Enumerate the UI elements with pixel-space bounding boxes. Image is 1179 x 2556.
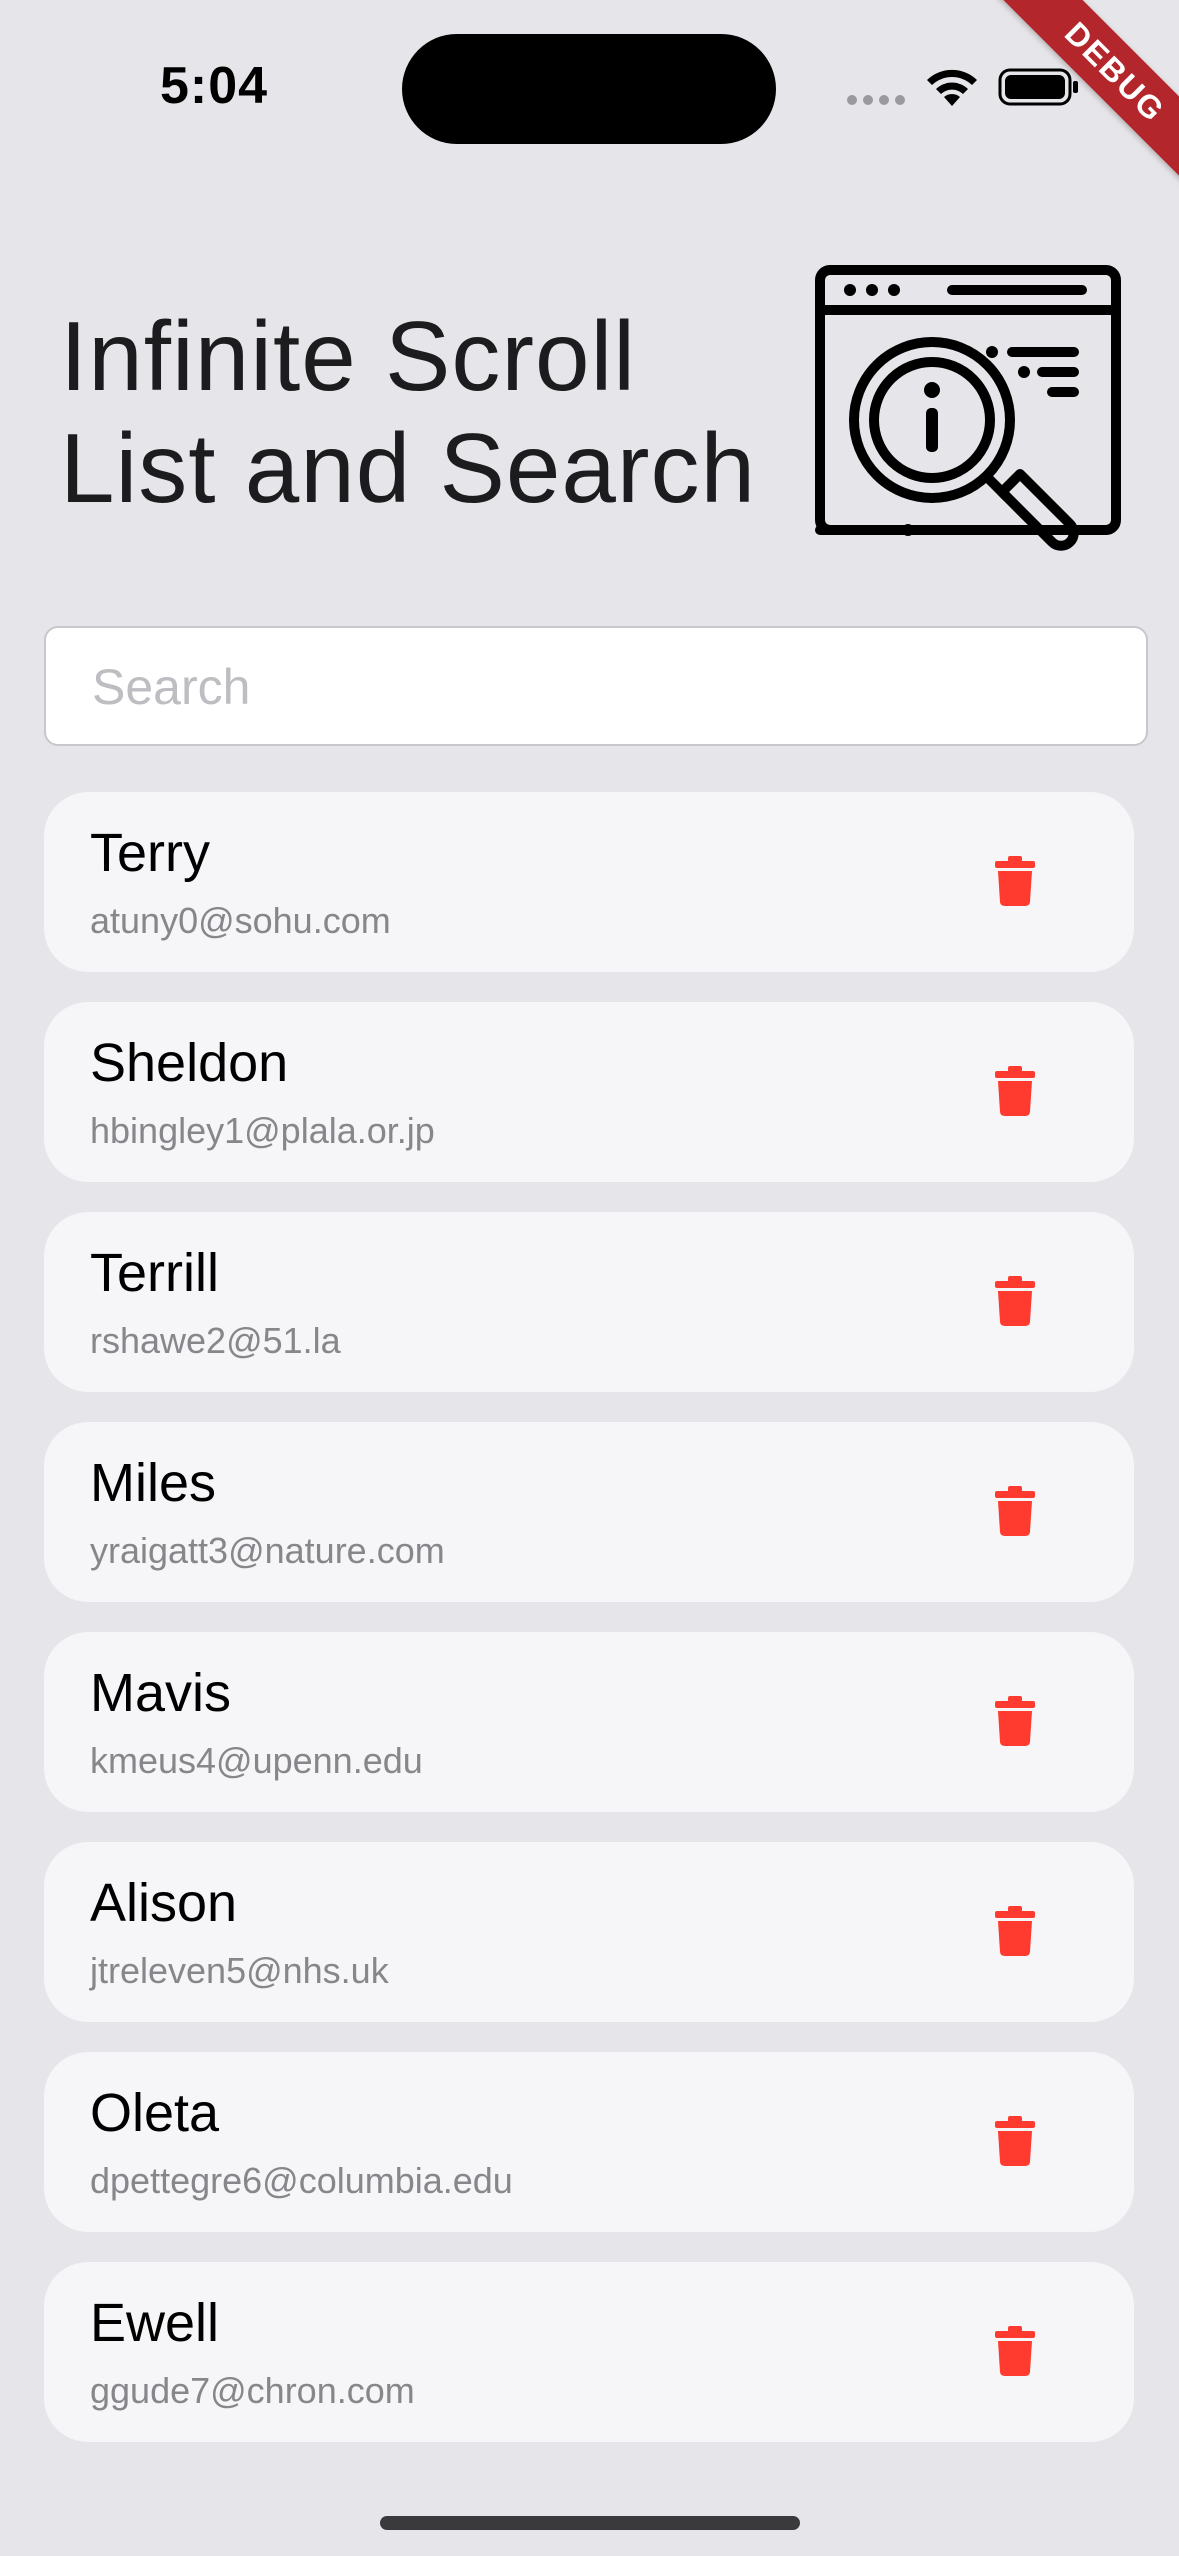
trash-icon bbox=[995, 1065, 1035, 1121]
status-time: 5:04 bbox=[160, 57, 269, 115]
list-item[interactable]: Ewell ggude7@chron.com bbox=[44, 2262, 1134, 2442]
list-item[interactable]: Mavis kmeus4@upenn.edu bbox=[44, 1632, 1134, 1812]
list-item[interactable]: Sheldon hbingley1@plala.or.jp bbox=[44, 1002, 1134, 1182]
home-indicator[interactable] bbox=[380, 2516, 800, 2530]
contact-email: dpettegre6@columbia.edu bbox=[90, 2160, 513, 2201]
trash-icon bbox=[995, 1485, 1035, 1541]
contact-list: Terry atuny0@sohu.com Sheldon hbingley1@pla… bbox=[44, 792, 1134, 2472]
trash-icon bbox=[995, 2325, 1035, 2381]
contact-name: Mavis bbox=[90, 1663, 232, 1723]
page-title-line-1: Infinite Scroll bbox=[60, 301, 637, 411]
debug-banner: DEBUG bbox=[979, 0, 1179, 200]
list-item[interactable]: Miles yraigatt3@nature.com bbox=[44, 1422, 1134, 1602]
debug-label: DEBUG bbox=[982, 0, 1179, 200]
browser-magnifier-info-icon bbox=[815, 265, 1121, 551]
trash-icon bbox=[995, 2115, 1035, 2171]
dynamic-island bbox=[402, 34, 776, 144]
list-item[interactable]: Terrill rshawe2@51.la bbox=[44, 1212, 1134, 1392]
contact-name: Sheldon bbox=[90, 1033, 289, 1093]
contact-name: Alison bbox=[90, 1873, 238, 1933]
list-item[interactable]: Alison jtreleven5@nhs.uk bbox=[44, 1842, 1134, 2022]
delete-button[interactable] bbox=[980, 848, 1050, 918]
trash-icon bbox=[995, 855, 1035, 911]
search-input[interactable] bbox=[90, 628, 1104, 746]
contact-name: Ewell bbox=[90, 2293, 220, 2353]
delete-button[interactable] bbox=[980, 1688, 1050, 1758]
contact-email: jtreleven5@nhs.uk bbox=[90, 1950, 389, 1991]
contact-name: Terry bbox=[90, 823, 210, 883]
search-box[interactable] bbox=[44, 626, 1148, 746]
wifi-icon bbox=[927, 69, 977, 106]
contact-email: yraigatt3@nature.com bbox=[90, 1530, 445, 1571]
contact-email: ggude7@chron.com bbox=[90, 2370, 415, 2411]
trash-icon bbox=[995, 1275, 1035, 1331]
delete-button[interactable] bbox=[980, 2318, 1050, 2388]
page-title: Infinite Scroll List and Search bbox=[60, 300, 780, 524]
delete-button[interactable] bbox=[980, 1898, 1050, 1968]
contact-name: Miles bbox=[90, 1453, 217, 1513]
delete-button[interactable] bbox=[980, 2108, 1050, 2178]
list-item[interactable]: Oleta dpettegre6@columbia.edu bbox=[44, 2052, 1134, 2232]
contact-email: atuny0@sohu.com bbox=[90, 900, 391, 941]
contact-email: hbingley1@plala.or.jp bbox=[90, 1110, 435, 1151]
contact-email: kmeus4@upenn.edu bbox=[90, 1740, 423, 1781]
trash-icon bbox=[995, 1695, 1035, 1751]
cellular-signal-icon bbox=[847, 95, 905, 105]
delete-button[interactable] bbox=[980, 1268, 1050, 1338]
delete-button[interactable] bbox=[980, 1478, 1050, 1548]
contact-name: Terrill bbox=[90, 1243, 219, 1303]
contact-email: rshawe2@51.la bbox=[90, 1320, 341, 1361]
delete-button[interactable] bbox=[980, 1058, 1050, 1128]
contact-name: Oleta bbox=[90, 2083, 220, 2143]
trash-icon bbox=[995, 1905, 1035, 1961]
page-header: Infinite Scroll List and Search bbox=[60, 300, 780, 524]
page-title-line-2: List and Search bbox=[60, 413, 756, 523]
list-item[interactable]: Terry atuny0@sohu.com bbox=[44, 792, 1134, 972]
